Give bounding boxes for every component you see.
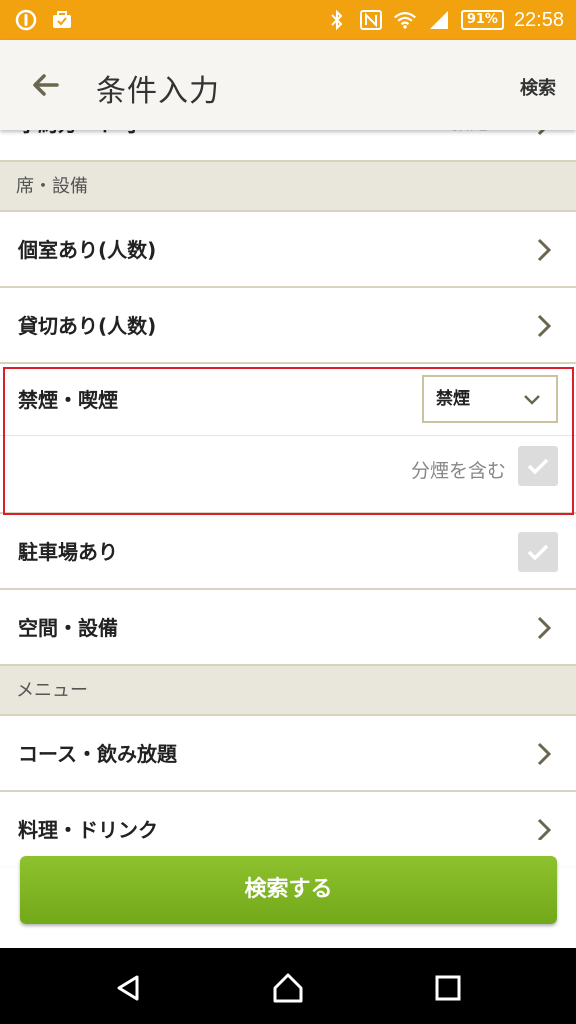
chevron-right-icon [537, 616, 552, 640]
checkmark-icon [527, 544, 549, 561]
section-title: メニュー [16, 680, 88, 701]
nfc-icon [359, 8, 383, 32]
row-value: 指定なし [452, 130, 524, 162]
signal-icon [427, 8, 451, 32]
navigation-bar [0, 948, 576, 1024]
chevron-right-icon [537, 314, 552, 338]
chevron-right-icon [537, 742, 552, 766]
list-item-charter[interactable]: 貸切あり(人数) [0, 288, 576, 364]
nav-home-button[interactable] [268, 968, 308, 1008]
row-label: 駐車場あり [18, 540, 118, 564]
search-footer: 検索する [0, 840, 576, 948]
chevron-right-icon [537, 238, 552, 262]
status-left-icons [14, 8, 74, 32]
wifi-icon [393, 8, 417, 32]
list-item-reservation[interactable]: 予約方一ド可 指定なし [0, 130, 576, 162]
status-right-icons: 91% 22:58 [325, 7, 564, 33]
parking-checkbox[interactable] [518, 532, 558, 572]
smoking-setting: 禁煙・喫煙 禁煙 分煙を含む [0, 364, 576, 514]
smoking-dropdown-value: 禁煙 [436, 389, 470, 409]
triangle-back-icon [117, 975, 139, 1001]
chevron-down-icon [524, 395, 540, 405]
smoking-label: 禁煙・喫煙 [18, 388, 118, 412]
separated-smoking-label: 分煙を含む [410, 460, 506, 482]
search-submit-button[interactable]: 検索する [20, 856, 557, 924]
checkmark-icon [527, 458, 549, 475]
back-arrow-icon [33, 74, 59, 96]
battery-indicator: 91% [460, 10, 504, 30]
row-label: 貸切あり(人数) [18, 314, 157, 338]
row-label: 個室あり(人数) [18, 238, 157, 262]
section-title: 席・設備 [16, 176, 88, 197]
back-button[interactable] [22, 62, 68, 108]
app-bar: 条件入力 検索 [0, 40, 576, 130]
nav-back-button[interactable] [108, 968, 148, 1008]
home-icon [273, 973, 303, 1003]
list-item-course-drinks[interactable]: コース・飲み放題 [0, 716, 576, 792]
list-item-parking[interactable]: 駐車場あり [0, 514, 576, 590]
row-label: 空間・設備 [18, 616, 118, 640]
recents-square-icon [435, 975, 461, 1001]
notification-icon [14, 8, 38, 32]
status-bar: 91% 22:58 [0, 0, 576, 40]
smoking-dropdown[interactable]: 禁煙 [422, 375, 558, 423]
row-label: コース・飲み放題 [18, 742, 177, 766]
bluetooth-icon [325, 8, 349, 32]
condition-list[interactable]: 予約方一ド可 指定なし 席・設備 個室あり(人数) 貸切あり(人数) 禁煙・喫煙… [0, 130, 576, 948]
search-action-button[interactable]: 検索 [520, 74, 556, 100]
section-header-menu: メニュー [0, 666, 576, 716]
briefcase-icon [50, 8, 74, 32]
section-header-seats: 席・設備 [0, 162, 576, 212]
chevron-right-icon [537, 130, 546, 136]
list-item-space-equipment[interactable]: 空間・設備 [0, 590, 576, 666]
row-label: 予約方一ド可 [18, 130, 138, 162]
smoking-row: 禁煙・喫煙 禁煙 [0, 364, 576, 436]
page-title: 条件入力 [96, 74, 220, 109]
list-item-private-room[interactable]: 個室あり(人数) [0, 212, 576, 288]
nav-recents-button[interactable] [428, 968, 468, 1008]
separated-smoking-checkbox[interactable] [518, 446, 558, 486]
status-clock: 22:58 [513, 8, 564, 31]
